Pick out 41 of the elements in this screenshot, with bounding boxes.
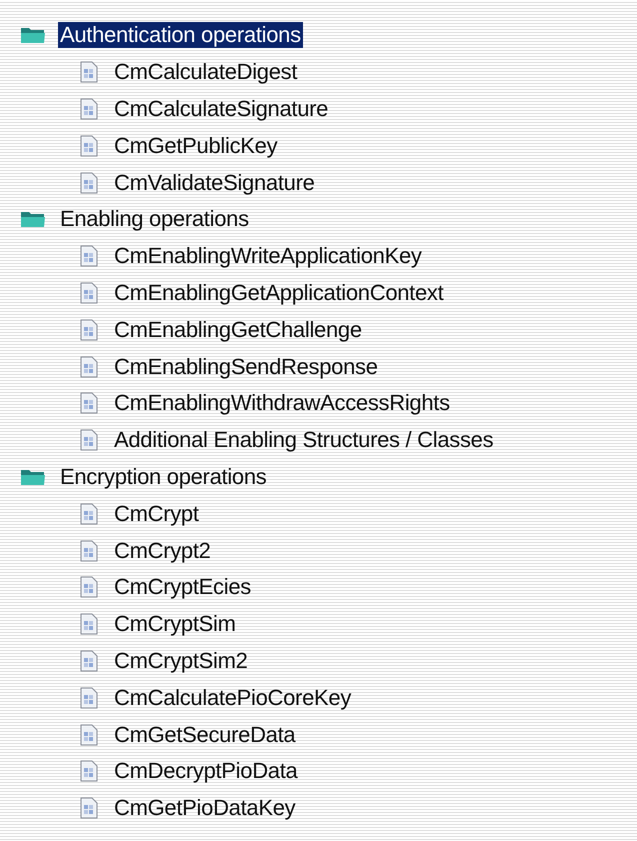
tree-item[interactable]: CmCryptEcies <box>112 574 253 600</box>
document-icon <box>80 686 98 709</box>
document-icon <box>80 245 98 268</box>
tree-item[interactable]: CmGetPublicKey <box>112 132 280 159</box>
document-icon <box>80 61 98 84</box>
tree-item[interactable]: Encryption operations <box>58 464 268 490</box>
tree-item[interactable]: CmCryptSim <box>112 611 238 638</box>
document-icon <box>80 392 98 414</box>
tree-item[interactable]: CmEnablingSendResponse <box>112 354 380 380</box>
tree-item[interactable]: CmCalculateSignature <box>112 96 330 122</box>
tree-item[interactable]: CmEnablingWriteApplicationKey <box>112 243 424 270</box>
document-icon <box>80 760 98 782</box>
document-icon <box>80 540 98 562</box>
tree-item[interactable]: CmGetPioDataKey <box>112 795 298 822</box>
tree-item[interactable]: CmEnablingGetApplicationContext <box>112 280 446 306</box>
document-icon <box>80 650 98 672</box>
tree-item[interactable]: CmEnablingGetChallenge <box>112 316 364 343</box>
document-icon <box>80 724 98 746</box>
tree-item[interactable]: Authentication operations <box>58 22 303 48</box>
document-icon <box>80 429 98 452</box>
document-icon <box>80 172 98 194</box>
document-icon <box>80 318 98 341</box>
document-icon <box>80 98 98 120</box>
tree-item[interactable]: CmCalculatePioCoreKey <box>112 684 354 711</box>
document-icon <box>80 613 98 636</box>
tree-item[interactable]: CmCryptSim2 <box>112 648 250 674</box>
document-icon <box>80 134 98 157</box>
tree-item[interactable]: CmCrypt2 <box>112 538 213 564</box>
document-icon <box>80 797 98 820</box>
tree-item[interactable]: Enabling operations <box>58 206 251 232</box>
tree-item[interactable]: CmCalculateDigest <box>112 59 300 86</box>
tree-item[interactable]: CmEnablingWithdrawAccessRights <box>112 390 452 416</box>
document-icon <box>80 356 98 378</box>
document-icon <box>80 282 98 304</box>
tree-item[interactable]: CmGetSecureData <box>112 722 298 748</box>
document-icon <box>80 576 98 598</box>
document-icon <box>80 502 98 525</box>
tree-item[interactable]: Additional Enabling Structures / Classes <box>112 427 496 454</box>
tree-item[interactable]: CmDecryptPioData <box>112 758 300 784</box>
tree-item[interactable]: CmCrypt <box>112 500 201 527</box>
tree-item[interactable]: CmValidateSignature <box>112 170 317 196</box>
